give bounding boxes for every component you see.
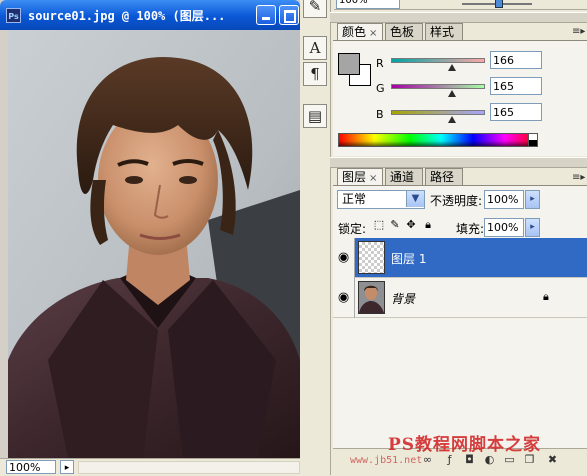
layer-row[interactable]: ◉ 背景 🔒︎ [333,278,587,318]
channel-label-r: R [376,57,384,70]
tab-color-label: 颜色 [342,25,367,39]
close-icon[interactable]: × [369,173,377,184]
lock-image-pixels-icon[interactable]: ✎ [389,219,401,231]
document-statusbar: 100% ▸ [0,458,300,476]
paragraph-icon[interactable]: ¶ [303,62,327,86]
layer-thumbnail [358,281,385,314]
lock-all-icon[interactable]: 🔒︎ [422,219,434,231]
minimize-button[interactable] [256,5,276,25]
navigator-zoom-field[interactable]: 100% [336,0,400,9]
fill-slider-toggle-icon[interactable]: ▸ [525,218,540,237]
zoom-field[interactable]: 100% [6,460,56,474]
color-panel-tabs: 颜色 × 色板 样式 [337,23,587,40]
layers-panel-grip[interactable] [330,157,587,168]
layer-thumbnail [358,241,385,274]
color-panel-menu-icon[interactable]: ≡▸ [572,26,585,37]
close-icon[interactable]: × [369,28,377,39]
canvas[interactable] [8,30,300,458]
layers-panel-tabs: 图层 × 通道 路径 [337,168,587,185]
tab-swatches-label: 色板 [390,25,415,39]
lock-label: 锁定: [338,222,367,236]
channel-label-g: G [376,82,385,95]
tab-channels-label: 通道 [390,170,415,184]
opacity-slider-toggle-icon[interactable]: ▸ [525,190,540,209]
layer-comps-icon[interactable]: ▤ [303,104,327,128]
tab-color[interactable]: 颜色 × [337,23,383,40]
tab-paths-label: 路径 [430,170,455,184]
foreground-color-swatch[interactable] [338,53,360,75]
document-title: source01.jpg @ 100% (图层... [28,9,226,23]
tab-paths[interactable]: 路径 [425,168,463,185]
portrait-photo [8,30,300,458]
red-value-field[interactable]: 166 [490,51,542,69]
document-titlebar[interactable]: Ps source01.jpg @ 100% (图层... [0,0,300,30]
watermark-text: PS教程网脚本之家 [388,435,542,455]
tab-layers-label: 图层 [342,170,367,184]
layer-name[interactable]: 图层 1 [391,250,426,267]
red-slider-knob[interactable] [448,64,457,71]
tab-styles[interactable]: 样式 [425,23,463,40]
lock-position-icon[interactable]: ✥ [405,219,417,231]
fill-field[interactable]: 100% [484,218,524,237]
blue-slider[interactable] [391,110,485,115]
opacity-field[interactable]: 100% [484,190,524,209]
layers-panel-menu-icon[interactable]: ≡▸ [572,172,585,183]
photoshop-app-icon: Ps [6,8,21,23]
horizontal-scrollbar[interactable] [78,461,300,474]
channel-label-b: B [376,108,384,121]
green-value-field[interactable]: 165 [490,77,542,95]
tab-styles-label: 样式 [430,25,455,39]
layer-lock-icon: 🔒︎ [543,290,549,303]
color-panel-grip[interactable] [330,12,587,23]
chevron-down-icon[interactable]: ▼ [406,191,424,207]
layer-row[interactable]: ◉ 图层 1 [333,238,587,278]
eye-icon[interactable]: ◉ [333,238,355,278]
green-slider-knob[interactable] [448,90,457,97]
layer-name[interactable]: 背景 [391,290,415,307]
navigator-slider-knob[interactable] [495,0,503,8]
background-thumbnail-image [359,282,384,313]
tab-channels[interactable]: 通道 [385,168,423,185]
red-slider[interactable] [391,58,485,63]
black-white-swatch[interactable] [528,133,538,147]
opacity-label: 不透明度: [430,194,483,208]
eye-icon[interactable]: ◉ [333,278,355,318]
brush-preset-icon[interactable]: ✎ [303,0,327,18]
maximize-button[interactable] [279,5,299,25]
blue-value-field[interactable]: 165 [490,103,542,121]
tab-swatches[interactable]: 色板 [385,23,423,40]
fill-label: 填充: [456,222,485,236]
blue-slider-knob[interactable] [448,116,457,123]
color-spectrum-bar[interactable] [338,133,537,147]
tab-layers[interactable]: 图层 × [337,168,383,185]
character-icon[interactable]: A [303,36,327,60]
watermark-url: www.jb51.net [350,455,423,466]
lock-transparency-icon[interactable]: ⬚ [373,219,385,231]
document-window: Ps source01.jpg @ 100% (图层... 100% ▸ [0,0,300,476]
status-menu-arrow-icon[interactable]: ▸ [60,460,74,474]
delete-layer-icon[interactable]: ✖ [545,452,560,467]
green-slider[interactable] [391,84,485,89]
